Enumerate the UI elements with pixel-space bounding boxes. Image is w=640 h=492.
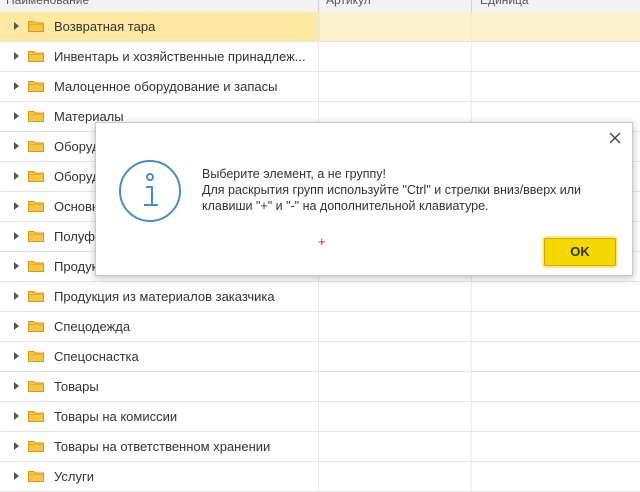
list-item[interactable]: Продукция из материалов заказчика xyxy=(0,282,640,312)
folder-icon xyxy=(28,231,44,242)
folder-icon xyxy=(28,471,44,482)
close-icon[interactable] xyxy=(608,131,622,145)
list-item-label: Основн xyxy=(54,199,100,214)
expand-arrow-icon[interactable] xyxy=(14,412,19,420)
list-item-label: Оборуд xyxy=(54,139,100,154)
list-item[interactable]: Возвратная тара xyxy=(0,12,640,42)
folder-icon xyxy=(28,321,44,332)
expand-arrow-icon[interactable] xyxy=(14,172,19,180)
expand-arrow-icon[interactable] xyxy=(14,142,19,150)
list-item-label: Продук xyxy=(54,259,98,274)
column-separator[interactable] xyxy=(318,0,319,12)
dialog-message-line: Выберите элемент, а не группу! xyxy=(202,167,386,181)
folder-icon xyxy=(28,21,44,32)
list-item[interactable]: Товары на ответственном хранении xyxy=(0,432,640,462)
expand-arrow-icon[interactable] xyxy=(14,322,19,330)
column-header-name[interactable]: Наименование xyxy=(6,0,296,12)
list-item-label: Оборуд xyxy=(54,169,100,184)
list-item-label: Инвентарь и хозяйственные принадлеж... xyxy=(54,49,306,64)
folder-icon xyxy=(28,261,44,272)
folder-icon xyxy=(28,201,44,212)
list-item-label: Товары xyxy=(54,379,99,394)
list-item[interactable]: Инвентарь и хозяйственные принадлеж... xyxy=(0,42,640,72)
folder-icon xyxy=(28,381,44,392)
expand-arrow-icon[interactable] xyxy=(14,382,19,390)
folder-icon xyxy=(28,111,44,122)
list-item-label: Услуги xyxy=(54,469,94,484)
list-item-label: Спецоснастка xyxy=(54,349,139,364)
dialog-message-line: клавиши "+" и "-" на дополнительной клав… xyxy=(202,199,489,213)
list-item[interactable]: Товары на комиссии xyxy=(0,402,640,432)
expand-arrow-icon[interactable] xyxy=(14,262,19,270)
ok-button[interactable]: OK xyxy=(544,238,616,266)
expand-arrow-icon[interactable] xyxy=(14,52,19,60)
list-item-label: Продукция из материалов заказчика xyxy=(54,289,275,304)
expand-arrow-icon[interactable] xyxy=(14,442,19,450)
expand-arrow-icon[interactable] xyxy=(14,22,19,30)
folder-icon xyxy=(28,141,44,152)
list-item[interactable]: Малоценное оборудование и запасы xyxy=(0,72,640,102)
list-item-label: Возвратная тара xyxy=(54,19,156,34)
expand-arrow-icon[interactable] xyxy=(14,352,19,360)
expand-arrow-icon[interactable] xyxy=(14,292,19,300)
sort-indicator-icon: ▲ xyxy=(306,0,316,1)
list-item[interactable]: Товары xyxy=(0,372,640,402)
folder-icon xyxy=(28,411,44,422)
expand-arrow-icon[interactable] xyxy=(14,232,19,240)
folder-icon xyxy=(28,51,44,62)
dialog-message-line: Для раскрытия групп используйте "Ctrl" и… xyxy=(202,183,581,197)
dialog-message: Выберите элемент, а не группу! Для раскр… xyxy=(202,166,622,214)
expand-arrow-icon[interactable] xyxy=(14,112,19,120)
folder-icon xyxy=(28,291,44,302)
list-item[interactable]: Спецоснастка xyxy=(0,342,640,372)
list-item-label: Товары на комиссии xyxy=(54,409,178,424)
folder-icon xyxy=(28,351,44,362)
list-item[interactable]: Спецодежда xyxy=(0,312,640,342)
cursor-crosshair: + xyxy=(318,234,326,249)
column-header-article[interactable]: Артикул xyxy=(326,0,466,12)
list-item-label: Малоценное оборудование и запасы xyxy=(54,79,278,94)
list-item[interactable]: Услуги xyxy=(0,462,640,492)
list-item-label: Товары на ответственном хранении xyxy=(54,439,271,454)
expand-arrow-icon[interactable] xyxy=(14,82,19,90)
expand-arrow-icon[interactable] xyxy=(14,202,19,210)
folder-icon xyxy=(28,171,44,182)
column-header-unit[interactable]: Единица xyxy=(480,0,630,12)
column-separator[interactable] xyxy=(471,0,472,12)
expand-arrow-icon[interactable] xyxy=(14,472,19,480)
list-item-label: Спецодежда xyxy=(54,319,131,334)
folder-icon xyxy=(28,441,44,452)
info-icon xyxy=(119,160,181,222)
folder-icon xyxy=(28,81,44,92)
message-dialog: Выберите элемент, а не группу! Для раскр… xyxy=(95,122,633,276)
